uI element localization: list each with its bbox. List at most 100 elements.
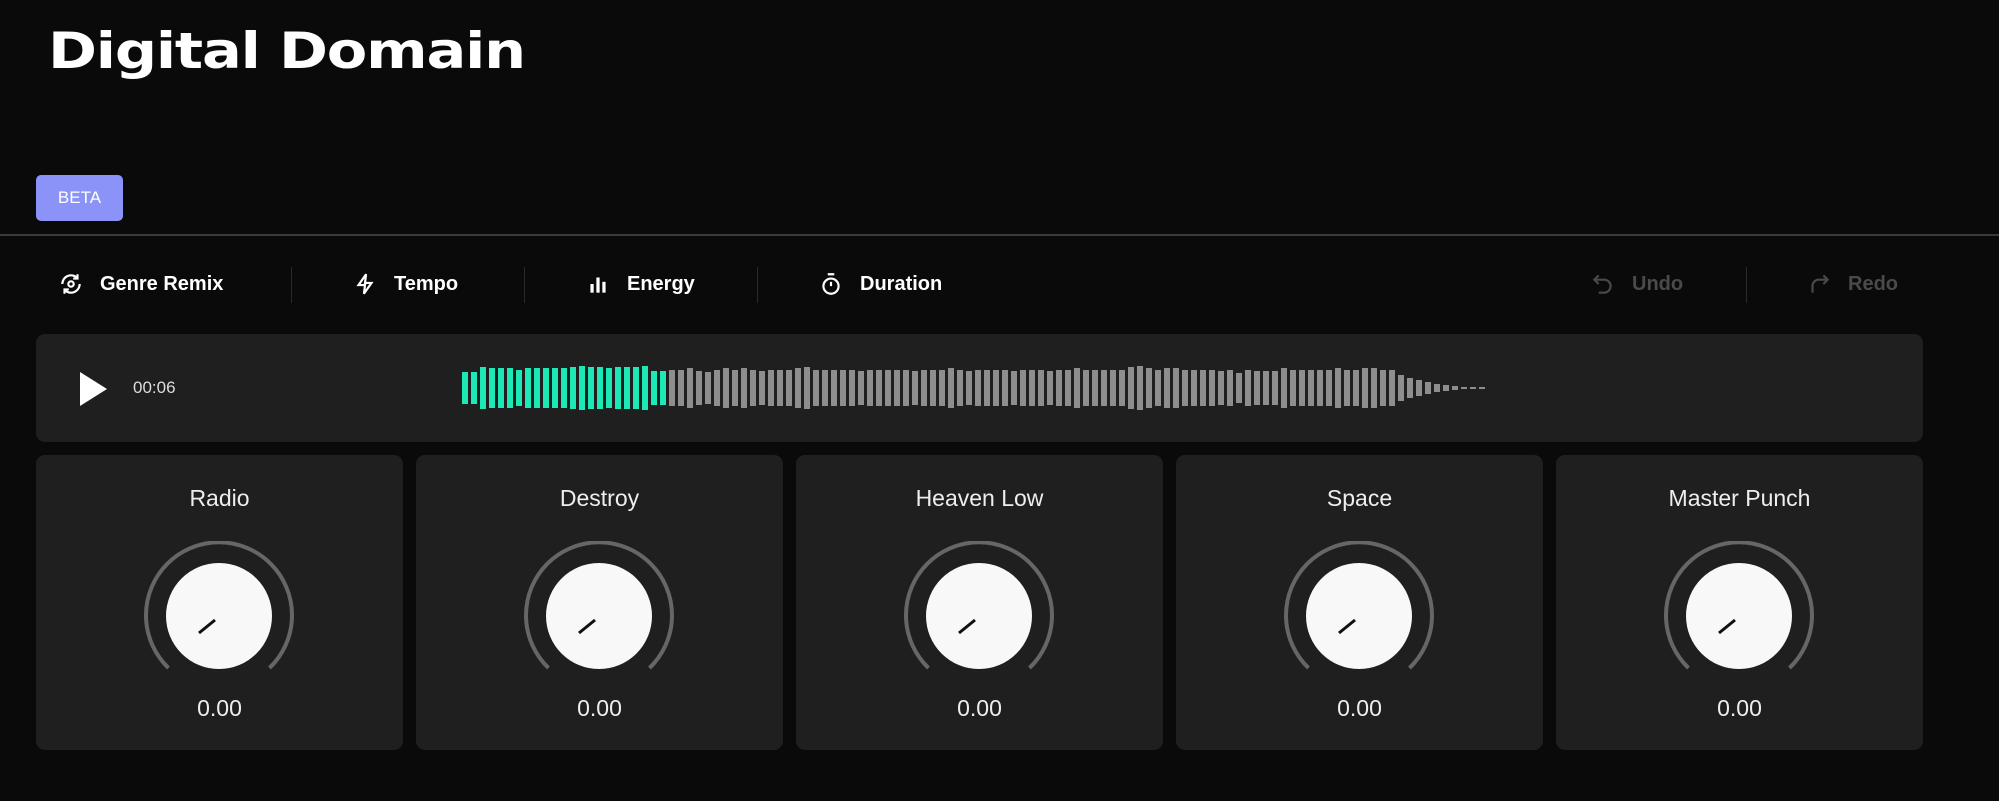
waveform-bar xyxy=(759,370,765,406)
waveform-bar xyxy=(894,369,900,407)
waveform-bar xyxy=(1353,369,1359,407)
play-icon[interactable] xyxy=(80,372,107,406)
waveform-bar xyxy=(1290,369,1296,407)
waveform-bar xyxy=(705,371,711,405)
knob-label: Radio xyxy=(189,485,250,511)
waveform-bar-played xyxy=(552,368,558,408)
knob-label: Destroy xyxy=(559,485,640,511)
toolbar-separator xyxy=(291,267,292,303)
knob-value: 0.00 xyxy=(577,695,622,721)
knob-label: Heaven Low xyxy=(915,485,1044,511)
duration-button[interactable]: Duration xyxy=(818,266,942,302)
genre-remix-button[interactable]: Genre Remix xyxy=(58,266,223,302)
knob-card: Radio 0.00 xyxy=(36,455,403,750)
undo-icon xyxy=(1592,274,1612,294)
waveform-bar xyxy=(1137,366,1143,410)
waveform-bar xyxy=(1272,370,1278,406)
refresh-icon xyxy=(61,274,81,294)
waveform-bar xyxy=(741,368,747,408)
knob-card: Destroy 0.00 xyxy=(416,455,783,750)
redo-button[interactable]: Redo xyxy=(1806,266,1898,302)
header-divider xyxy=(0,234,1999,236)
waveform-bar xyxy=(1335,368,1341,408)
waveform-bar-played xyxy=(597,367,603,409)
waveform-bar xyxy=(1326,369,1332,407)
waveform-bar xyxy=(1164,368,1170,408)
undo-label: Undo xyxy=(1632,272,1684,295)
knob[interactable] xyxy=(139,541,299,701)
waveform-bar-played xyxy=(516,369,522,407)
waveform-bar-played xyxy=(525,368,531,408)
waveform-bar xyxy=(1407,377,1413,399)
redo-label: Redo xyxy=(1848,272,1898,295)
duration-label: Duration xyxy=(860,272,943,295)
waveform-bar xyxy=(1479,387,1485,389)
waveform-bar xyxy=(1119,369,1125,407)
waveform-bar xyxy=(849,369,855,407)
undo-button[interactable]: Undo xyxy=(1590,266,1683,302)
knob-value: 0.00 xyxy=(197,695,242,721)
waveform-bar xyxy=(1191,369,1197,407)
waveform-bar xyxy=(777,369,783,407)
genre-remix-label: Genre Remix xyxy=(100,272,224,295)
waveform-bar-played xyxy=(471,371,477,405)
waveform-bar xyxy=(939,369,945,407)
waveform-bar xyxy=(993,369,999,407)
knob-dial xyxy=(1686,563,1792,669)
waveform-bar-played xyxy=(570,367,576,409)
waveform-bar xyxy=(1380,369,1386,407)
waveform-bar xyxy=(768,369,774,407)
waveform-bar xyxy=(1227,369,1233,407)
waveform-bar xyxy=(876,369,882,407)
waveform-bar xyxy=(930,369,936,407)
waveform-bar xyxy=(1236,373,1242,403)
knob[interactable] xyxy=(1659,541,1819,701)
lightning-icon xyxy=(356,273,374,295)
waveform-bar xyxy=(795,368,801,408)
energy-button[interactable]: Energy xyxy=(585,266,695,302)
waveform-bar xyxy=(1209,369,1215,407)
waveform-bar xyxy=(903,369,909,407)
waveform-bar xyxy=(912,370,918,406)
knob[interactable] xyxy=(1279,541,1439,701)
waveform-bar xyxy=(1452,386,1458,390)
waveform-bar xyxy=(1308,369,1314,407)
waveform-bar xyxy=(1011,370,1017,406)
tempo-button[interactable]: Tempo xyxy=(352,266,458,302)
knob-value: 0.00 xyxy=(1337,695,1382,721)
waveform-bar xyxy=(1002,369,1008,407)
waveform-bar xyxy=(1443,385,1449,391)
waveform-bar xyxy=(1254,370,1260,406)
toolbar-separator xyxy=(524,267,525,303)
waveform-bar-played xyxy=(615,367,621,409)
waveform-bar xyxy=(786,369,792,407)
waveform-bar xyxy=(1020,369,1026,407)
bar-chart-icon xyxy=(590,277,606,293)
waveform-bar xyxy=(1398,375,1404,401)
waveform-bar-played xyxy=(606,368,612,408)
waveform-bar xyxy=(1182,369,1188,407)
waveform-bar xyxy=(885,369,891,407)
waveform-bar xyxy=(1470,387,1476,389)
waveform-bar xyxy=(1047,370,1053,406)
waveform[interactable] xyxy=(462,334,1562,442)
waveform-bar xyxy=(1074,368,1080,408)
waveform-bar-played xyxy=(588,367,594,409)
waveform-bar-played xyxy=(651,370,657,406)
waveform-bar xyxy=(831,369,837,407)
audio-player: 00:06 xyxy=(36,334,1923,442)
waveform-bar xyxy=(1416,379,1422,397)
knob[interactable] xyxy=(899,541,1059,701)
waveform-bar-played xyxy=(561,368,567,408)
knob[interactable] xyxy=(519,541,679,701)
waveform-bar xyxy=(723,368,729,408)
waveform-bar xyxy=(750,369,756,407)
waveform-bar xyxy=(1299,369,1305,407)
waveform-bar xyxy=(1092,369,1098,407)
beta-badge[interactable]: BETA xyxy=(36,175,123,221)
waveform-bar xyxy=(1200,369,1206,407)
knob-card: Space 0.00 xyxy=(1176,455,1543,750)
toolbar-separator xyxy=(757,267,758,303)
waveform-bar xyxy=(1155,369,1161,407)
waveform-bar xyxy=(669,369,675,407)
